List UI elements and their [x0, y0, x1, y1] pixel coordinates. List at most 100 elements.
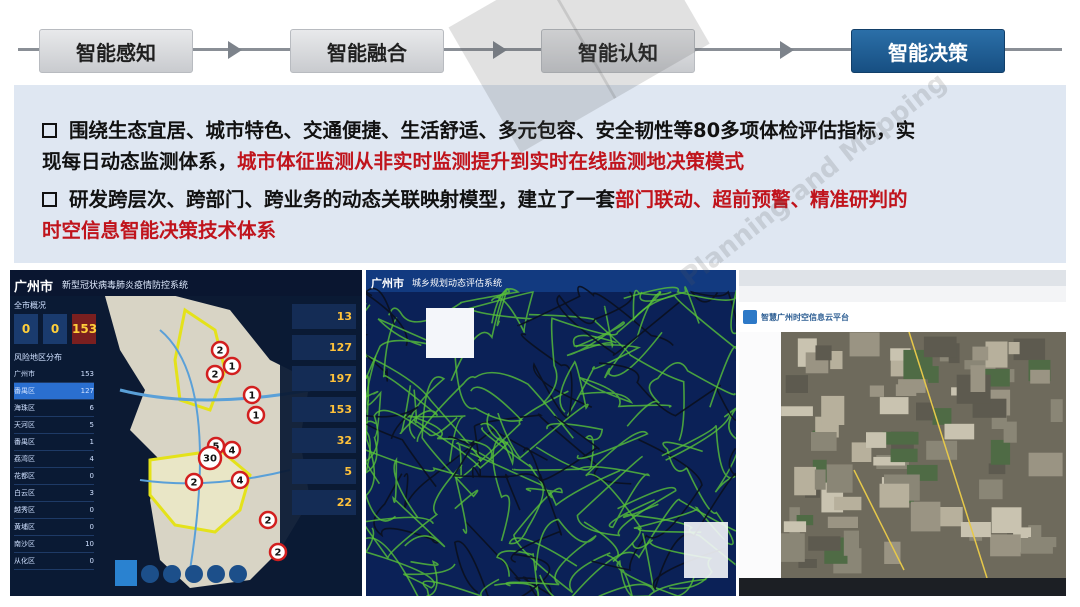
district-row[interactable]: 越秀区 0	[14, 502, 94, 519]
metric-value: 153	[292, 397, 356, 422]
bullet-point: 围绕生态宜居、城市特色、交通便捷、生活舒适、多元包容、安全韧性等80多项体检评估…	[42, 115, 915, 177]
building-footprint	[895, 384, 917, 396]
step-fusion: 智能融合	[290, 29, 444, 73]
risk-marker-label: 2	[217, 346, 224, 357]
building-footprint	[808, 536, 841, 551]
district-value: 4	[89, 455, 94, 463]
building-footprint	[926, 440, 958, 460]
district-row[interactable]: 黄埔区 0	[14, 519, 94, 536]
building-footprint	[815, 345, 832, 361]
building-footprint	[869, 385, 884, 397]
risk-marker-label: 1	[249, 391, 256, 402]
bullet-point: 研发跨层次、跨部门、跨业务的动态关联映射模型，建立了一套部门联动、超前预警、精准…	[42, 184, 908, 246]
district-row[interactable]: 广州市 153	[14, 366, 94, 383]
bullet-line: 围绕生态宜居、城市特色、交通便捷、生活舒适、多元包容、安全韧性等80多项体检评估…	[42, 115, 915, 146]
building-footprint	[1028, 537, 1057, 548]
building-footprint	[783, 521, 807, 533]
district-value: 0	[89, 506, 94, 514]
building-footprint	[985, 341, 1008, 368]
metric-value: 32	[292, 428, 356, 453]
metric-value: 197	[292, 366, 356, 391]
stat-box: 0	[14, 314, 38, 344]
district-row[interactable]: 南沙区 10	[14, 536, 94, 553]
building-footprint	[1030, 369, 1050, 384]
checkbox-square-icon	[42, 123, 57, 138]
planning-title: 城乡规划动态评估系统	[412, 279, 503, 289]
risk-marker-label: 2	[265, 516, 272, 527]
stat-box: 153	[72, 314, 97, 344]
bullet-line: 时空信息智能决策技术体系	[42, 215, 908, 246]
body-text: 围绕生态宜居、城市特色、交通便捷、生活舒适、多元包容、安全韧性等80多项体检评估…	[69, 119, 916, 142]
building-footprint	[990, 534, 1021, 557]
building-footprint	[811, 432, 837, 451]
district-name: 黄埔区	[14, 523, 35, 531]
district-name: 南沙区	[14, 540, 35, 548]
district-row[interactable]: 海珠区 6	[14, 400, 94, 417]
building-footprint	[866, 432, 887, 448]
building-footprint	[890, 448, 918, 463]
body-text: 现每日动态监测体系，	[42, 150, 238, 173]
building-footprint	[814, 469, 826, 490]
district-header: 风险地区分布	[14, 353, 62, 362]
arrow-icon	[493, 41, 507, 59]
building-footprint	[827, 516, 858, 528]
district-row[interactable]: 天河区 5	[14, 417, 94, 434]
description-box: 围绕生态宜居、城市特色、交通便捷、生活舒适、多元包容、安全韧性等80多项体检评估…	[14, 85, 1066, 263]
district-row[interactable]: 番禺区 127	[14, 383, 94, 400]
building-footprint	[843, 530, 859, 556]
district-value: 0	[89, 557, 94, 565]
stat-box: 0	[43, 314, 67, 344]
district-row[interactable]: 花都区 0	[14, 468, 94, 485]
building-footprint	[821, 395, 845, 425]
highlight-text: 时空信息智能决策技术体系	[42, 219, 277, 242]
building-footprint	[882, 431, 919, 445]
district-name: 天河区	[14, 421, 35, 429]
building-footprint	[928, 366, 939, 383]
risk-marker-label: 2	[275, 548, 282, 559]
metric-value: 5	[292, 459, 356, 484]
dashboard-city: 广州市	[14, 280, 54, 295]
district-name: 番禺区	[14, 387, 35, 395]
cloud-platform-title: 智慧广州时空信息云平台	[761, 313, 849, 322]
risk-marker-label: 4	[229, 446, 236, 457]
arrow-icon	[228, 41, 242, 59]
risk-marker-label: 1	[229, 362, 236, 373]
building-footprint	[781, 533, 805, 562]
risk-marker-label: 30	[203, 454, 217, 465]
building-footprint	[794, 466, 817, 496]
building-footprint	[781, 406, 813, 417]
district-name: 荔湾区	[14, 455, 35, 463]
building-footprint	[849, 332, 880, 357]
risk-marker-label: 2	[191, 478, 198, 489]
planning-network-map	[366, 270, 736, 596]
district-value: 5	[89, 421, 94, 429]
building-footprint	[826, 464, 853, 493]
risk-marker-label: 4	[237, 476, 244, 487]
building-footprint	[916, 402, 934, 421]
arrow-icon	[780, 41, 794, 59]
building-footprint	[970, 365, 986, 392]
district-row[interactable]: 番禺区 1	[14, 434, 94, 451]
step-perception: 智能感知	[39, 29, 193, 73]
building-footprint	[988, 463, 1006, 475]
district-row[interactable]: 白云区 3	[14, 485, 94, 502]
metric-value: 13	[292, 304, 356, 329]
district-row[interactable]: 从化区 0	[14, 553, 94, 570]
district-name: 海珠区	[14, 404, 35, 412]
building-footprint	[990, 439, 1011, 465]
building-footprint	[1003, 421, 1017, 443]
metric-value: 22	[292, 490, 356, 515]
district-value: 0	[89, 523, 94, 531]
body-text: 研发跨层次、跨部门、跨业务的动态关联映射模型，建立了一套	[69, 188, 616, 211]
step-cognition: 智能认知	[541, 29, 695, 73]
building-footprint	[785, 375, 808, 393]
district-row[interactable]: 荔湾区 4	[14, 451, 94, 468]
district-value: 127	[80, 387, 94, 395]
metric-value: 127	[292, 335, 356, 360]
planning-evaluation-screenshot: 广州市 城乡规划动态评估系统	[366, 270, 736, 596]
building-footprint	[1050, 399, 1063, 422]
building-footprint	[834, 496, 862, 511]
building-footprint	[979, 479, 1003, 500]
planning-city: 广州市	[371, 277, 404, 290]
building-footprint	[1028, 452, 1063, 477]
